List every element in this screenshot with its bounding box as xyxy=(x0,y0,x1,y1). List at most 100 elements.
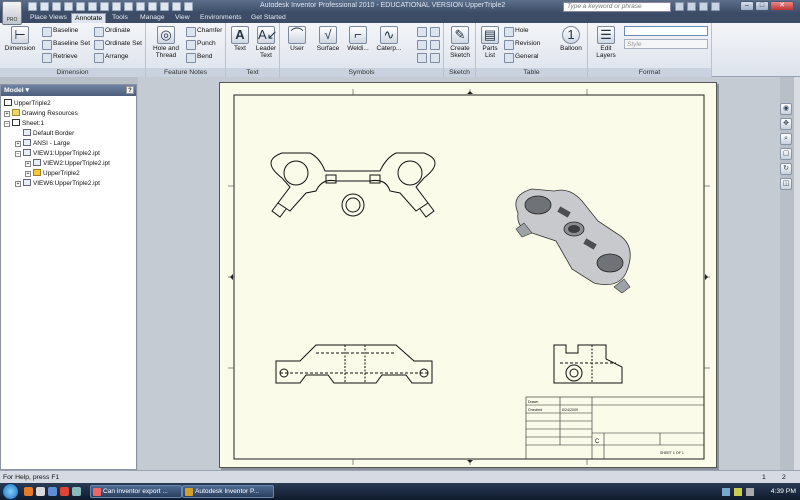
baseline-button[interactable]: Baseline xyxy=(42,26,78,37)
display-icon[interactable] xyxy=(148,2,157,11)
task-browser[interactable]: Can inventor export ... xyxy=(90,485,182,498)
user-symbol-button[interactable]: ⌒ User xyxy=(284,26,310,52)
baseline-set-button[interactable]: Baseline Set xyxy=(42,39,90,50)
feature-control-icon[interactable] xyxy=(417,39,427,50)
open-icon[interactable] xyxy=(40,2,49,11)
expand-icon[interactable]: + xyxy=(15,141,21,147)
leader-icon[interactable] xyxy=(430,26,440,37)
volume-icon[interactable] xyxy=(734,488,742,496)
redo-icon[interactable] xyxy=(76,2,85,11)
welding-button[interactable]: ⌐ Weldi... xyxy=(344,26,372,52)
collapse-icon[interactable]: − xyxy=(4,121,10,127)
maximize-button[interactable]: □ xyxy=(755,1,769,11)
clock[interactable]: 4:39 PM xyxy=(771,485,796,498)
tree-item-sheet[interactable]: − Sheet:1 xyxy=(4,119,44,128)
arrange-button[interactable]: Arrange xyxy=(94,52,128,63)
create-sketch-button[interactable]: ✎ Create Sketch xyxy=(446,26,474,59)
surface-button[interactable]: √ Surface xyxy=(314,26,342,52)
tray-app-icon[interactable] xyxy=(746,488,754,496)
network-icon[interactable] xyxy=(722,488,730,496)
caterpillar-button[interactable]: ∿ Caterp... xyxy=(373,26,405,52)
quicklaunch-more-icon[interactable] xyxy=(72,487,81,496)
return-icon[interactable] xyxy=(172,2,181,11)
tab-manage[interactable]: Manage xyxy=(137,13,168,23)
tree-item-drawing-resources[interactable]: + Drawing Resources xyxy=(4,109,78,118)
select-icon[interactable] xyxy=(124,2,133,11)
help-icon[interactable] xyxy=(711,2,720,11)
tree-item-border[interactable]: Default Border xyxy=(23,129,74,138)
tree-item-view2[interactable]: + VIEW2:UpperTriple2.ipt xyxy=(25,159,110,168)
tab-place-views[interactable]: Place Views xyxy=(27,13,70,23)
look-at-icon[interactable]: ◫ xyxy=(780,178,792,190)
explorer-icon[interactable] xyxy=(36,487,45,496)
app-quicklaunch-icon[interactable] xyxy=(60,487,69,496)
browser-help-icon[interactable]: ? xyxy=(126,86,134,94)
app-logo[interactable]: PRO xyxy=(2,1,22,25)
new-icon[interactable] xyxy=(28,2,37,11)
revision-button[interactable]: Revision xyxy=(504,39,540,50)
end-fill-icon[interactable] xyxy=(417,52,427,63)
project-icon[interactable] xyxy=(184,2,193,11)
undo-icon[interactable] xyxy=(64,2,73,11)
centerline-icon[interactable] xyxy=(430,52,440,63)
home-icon[interactable] xyxy=(88,2,97,11)
ipt-icon[interactable] xyxy=(160,2,169,11)
material-icon[interactable] xyxy=(136,2,145,11)
close-button[interactable]: ✕ xyxy=(770,1,794,11)
hole-table-button[interactable]: Hole xyxy=(504,26,529,37)
collapse-icon[interactable]: − xyxy=(15,151,21,157)
tab-environments[interactable]: Environments xyxy=(197,13,245,23)
start-button[interactable] xyxy=(2,483,19,500)
tab-tools[interactable]: Tools xyxy=(109,13,131,23)
bend-button[interactable]: Bend xyxy=(186,52,212,63)
tree-item-drawing[interactable]: UpperTriple2 xyxy=(4,99,51,108)
leader-text-button[interactable]: A↙ Leader Text xyxy=(253,26,279,59)
expand-icon[interactable]: + xyxy=(25,171,31,177)
save-icon[interactable] xyxy=(52,2,61,11)
datum-icon[interactable] xyxy=(417,26,427,37)
expand-icon[interactable]: + xyxy=(25,161,31,167)
tree-item-part[interactable]: + UpperTriple2 xyxy=(25,169,80,178)
task-inventor[interactable]: Autodesk Inventor P... xyxy=(182,485,274,498)
binoculars-icon[interactable] xyxy=(675,2,684,11)
tree-item-view6[interactable]: + VIEW6:UpperTriple2.ipt xyxy=(15,179,100,188)
tab-view[interactable]: View xyxy=(172,13,193,23)
vertical-scrollbar[interactable] xyxy=(794,77,800,470)
graphics-window[interactable]: Drawn Checked 8/24/2009 C SHEET 1 OF 1 xyxy=(138,77,780,470)
minimize-button[interactable]: – xyxy=(740,1,754,11)
search-input[interactable]: Type a keyword or phrase xyxy=(563,2,671,12)
chamfer-button[interactable]: Chamfer xyxy=(186,26,222,37)
expand-icon[interactable]: + xyxy=(15,181,21,187)
balloon-button[interactable]: 1 Balloon xyxy=(556,26,586,52)
dimension-button[interactable]: ⊢ Dimension xyxy=(3,26,37,52)
orbit-icon[interactable]: ↻ xyxy=(780,163,792,175)
tab-get-started[interactable]: Get Started xyxy=(248,13,289,23)
show-desktop-icon[interactable] xyxy=(48,487,57,496)
text-button[interactable]: A Text xyxy=(228,26,252,52)
steering-wheel-icon[interactable]: ◉ xyxy=(780,103,792,115)
update-icon[interactable] xyxy=(112,2,121,11)
tab-annotate[interactable]: Annotate xyxy=(71,13,107,23)
print-icon[interactable] xyxy=(100,2,109,11)
expand-icon[interactable]: + xyxy=(4,111,10,117)
subscription-icon[interactable] xyxy=(687,2,696,11)
layer-dropdown[interactable] xyxy=(624,26,708,36)
hole-thread-button[interactable]: ◎ Hole and Thread xyxy=(149,26,183,59)
general-table-button[interactable]: General xyxy=(504,52,538,63)
punch-button[interactable]: Punch xyxy=(186,39,216,50)
style-dropdown[interactable]: Style xyxy=(624,39,708,49)
ordinate-button[interactable]: Ordinate xyxy=(94,26,130,37)
datum-target-icon[interactable] xyxy=(430,39,440,50)
zoom-window-icon[interactable]: ▢ xyxy=(780,148,792,160)
star-icon[interactable] xyxy=(699,2,708,11)
pan-icon[interactable]: ✥ xyxy=(780,118,792,130)
drawing-sheet[interactable]: Drawn Checked 8/24/2009 C SHEET 1 OF 1 xyxy=(219,82,717,468)
zoom-icon[interactable]: ⌕ xyxy=(780,133,792,145)
retrieve-button[interactable]: Retrieve xyxy=(42,52,78,63)
parts-list-button[interactable]: ▤ Parts List xyxy=(478,26,502,59)
edit-layers-button[interactable]: ☰ Edit Layers xyxy=(592,26,620,59)
ordinate-set-button[interactable]: Ordinate Set xyxy=(94,39,142,50)
firefox-icon[interactable] xyxy=(24,487,33,496)
tree-item-view1[interactable]: − VIEW1:UpperTriple2.ipt xyxy=(15,149,100,158)
browser-header[interactable]: Model ▾ ? xyxy=(1,85,136,96)
